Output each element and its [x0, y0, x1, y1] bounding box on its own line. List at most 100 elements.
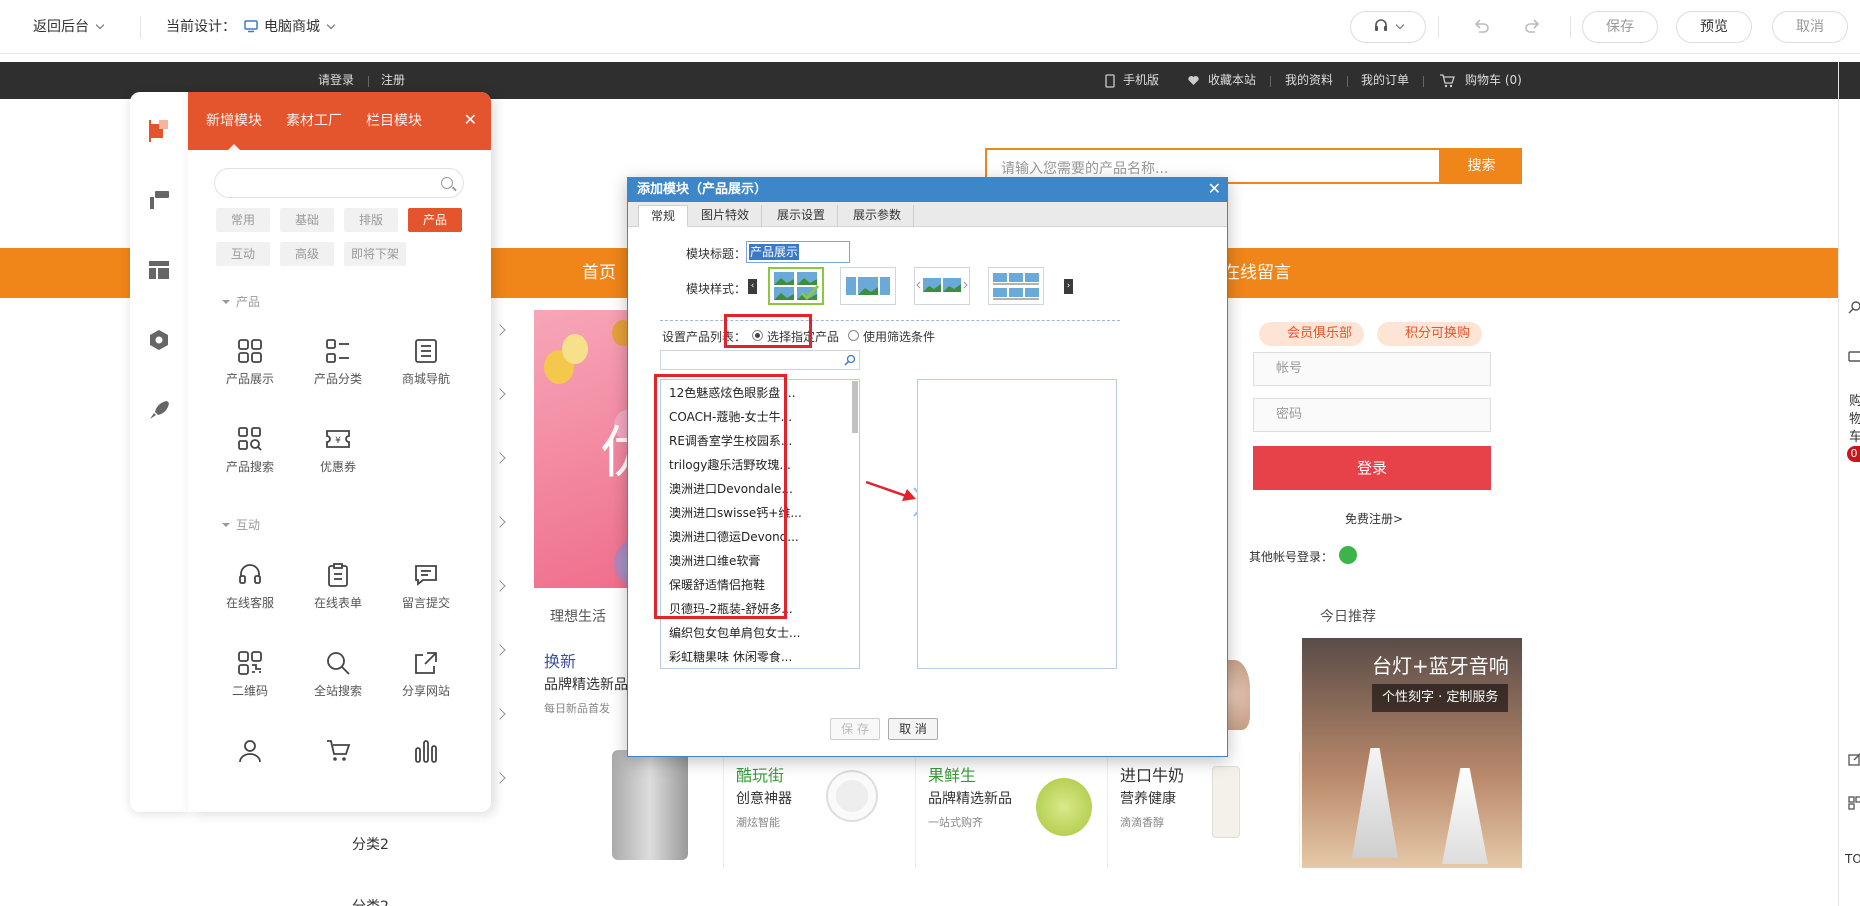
list-item[interactable]: 编织包女包单肩包女士...: [669, 624, 800, 641]
product-card[interactable]: 进口牛奶 营养健康 滴滴香醇: [1108, 752, 1300, 868]
cancel-button[interactable]: 取消: [1772, 11, 1848, 43]
layout-icon[interactable]: [147, 258, 171, 282]
edit-icon[interactable]: [1848, 752, 1860, 766]
tool-label: 产品分类: [313, 372, 362, 386]
style-option[interactable]: [840, 267, 896, 305]
support-menu-button[interactable]: [1350, 11, 1426, 43]
tool-product-category[interactable]: 产品分类: [294, 338, 382, 387]
close-icon[interactable]: ✕: [464, 112, 477, 128]
cart-link[interactable]: 购物车 (0): [1465, 62, 1522, 99]
promo-banner[interactable]: 台灯+蓝牙音响 个性刻字 · 定制服务: [1302, 638, 1522, 868]
module-title-input[interactable]: 产品展示: [746, 241, 850, 263]
list-category-icon: [326, 339, 349, 363]
tool-statistics[interactable]: [382, 738, 470, 764]
module-add-icon[interactable]: [147, 118, 171, 142]
card-tag: 果鲜生: [928, 766, 977, 785]
account-input[interactable]: 帐号: [1253, 352, 1491, 386]
points-tag[interactable]: 积分可换购: [1377, 322, 1483, 346]
paint-roller-icon[interactable]: [147, 188, 171, 212]
hero-banner[interactable]: 优: [534, 310, 628, 588]
style-next-icon[interactable]: ›: [1064, 279, 1073, 294]
rocket-icon[interactable]: [147, 398, 171, 422]
tab-display-params[interactable]: 展示参数: [841, 205, 915, 227]
member-club-tag[interactable]: 会员俱乐部: [1259, 322, 1365, 346]
search-icon: [441, 177, 453, 189]
style-option-selected[interactable]: [768, 267, 824, 305]
qrcode-icon[interactable]: [1848, 796, 1860, 810]
profile-link[interactable]: 我的资料: [1285, 62, 1333, 99]
tool-online-service[interactable]: 在线客服: [206, 562, 294, 611]
tool-site-search[interactable]: 全站搜索: [294, 650, 382, 699]
preview-button[interactable]: 预览: [1676, 11, 1752, 43]
chip-layout[interactable]: 排版: [344, 208, 398, 232]
grapes-image: [1036, 778, 1092, 836]
password-input[interactable]: 密码: [1253, 398, 1491, 432]
redo-icon[interactable]: [1524, 18, 1542, 36]
tool-product-display[interactable]: 产品展示: [206, 338, 294, 387]
tool-share-site[interactable]: 分享网站: [382, 650, 470, 699]
back-to-top-label[interactable]: TO: [1845, 852, 1860, 866]
tab-column-module[interactable]: 栏目模块: [366, 92, 422, 150]
product-filter-input[interactable]: [660, 350, 860, 370]
style-option[interactable]: [988, 267, 1044, 305]
tab-material-factory[interactable]: 素材工厂: [286, 92, 342, 150]
tool-online-form[interactable]: 在线表单: [294, 562, 382, 611]
tool-coupon[interactable]: ¥ 优惠券: [294, 426, 382, 475]
favorite-link[interactable]: 收藏本站: [1208, 62, 1256, 99]
dialog-save-button[interactable]: 保 存: [830, 718, 880, 740]
highlight-box-list: [654, 374, 787, 619]
undo-icon[interactable]: [1472, 18, 1490, 36]
chip-common[interactable]: 常用: [216, 208, 270, 232]
free-register-link[interactable]: 免费注册>: [1345, 510, 1403, 527]
tab-add-module[interactable]: 新增模块: [206, 92, 262, 150]
close-icon[interactable]: ✕: [1208, 180, 1221, 198]
style-prev-icon[interactable]: ‹: [748, 279, 757, 294]
other-login-label: 其他帐号登录：: [1249, 550, 1334, 564]
chip-basic[interactable]: 基础: [280, 208, 334, 232]
tool-mall-nav[interactable]: 商城导航: [382, 338, 470, 387]
group-interact[interactable]: 互动: [222, 516, 260, 533]
category-arrow-icon: [494, 388, 506, 400]
tab-image-effects[interactable]: 图片特效: [689, 205, 763, 227]
chip-advanced[interactable]: 高级: [280, 242, 334, 266]
design-selector[interactable]: 电脑商城: [244, 0, 336, 54]
module-search-input[interactable]: [214, 168, 464, 198]
tool-product-search[interactable]: 产品搜索: [206, 426, 294, 475]
chip-product[interactable]: 产品: [408, 208, 462, 232]
selected-product-list[interactable]: [917, 379, 1117, 669]
radio-filter-conditions[interactable]: [848, 330, 859, 341]
tab-general[interactable]: 常规: [638, 205, 689, 227]
nav-home[interactable]: 首页: [582, 248, 616, 298]
save-button[interactable]: 保存: [1582, 11, 1658, 43]
category-label[interactable]: 分类2: [352, 896, 389, 906]
chip-deprecated[interactable]: 即将下架: [344, 242, 406, 266]
category-label[interactable]: 分类2: [352, 834, 389, 854]
tool-message-submit[interactable]: 留言提交: [382, 562, 470, 611]
tool-member[interactable]: [206, 738, 294, 764]
dialog-cancel-button[interactable]: 取 消: [888, 718, 938, 740]
login-button[interactable]: 登录: [1253, 446, 1491, 490]
nav-message[interactable]: 在线留言: [1223, 248, 1291, 298]
list-scrollbar[interactable]: [852, 381, 858, 433]
style-option[interactable]: [914, 267, 970, 305]
mobile-link[interactable]: 手机版: [1123, 62, 1159, 99]
site-search-button[interactable]: 搜索: [1441, 148, 1522, 184]
milk-bottle-image: [1212, 766, 1240, 838]
tool-cart[interactable]: [294, 738, 382, 764]
tab-display-settings[interactable]: 展示设置: [765, 205, 839, 227]
radio-filter-conditions-label[interactable]: 使用筛选条件: [863, 328, 935, 345]
back-to-admin-button[interactable]: 返回后台: [33, 0, 105, 54]
grid-search-icon: [238, 427, 262, 451]
settings-hexagon-icon[interactable]: [147, 328, 171, 352]
orders-link[interactable]: 我的订单: [1361, 62, 1409, 99]
search-icon[interactable]: [1848, 300, 1860, 314]
group-product[interactable]: 产品: [222, 293, 260, 310]
product-card[interactable]: 酷玩街 创意神器 潮炫智能: [724, 752, 916, 868]
card-tag: 进口牛奶: [1120, 766, 1185, 785]
list-item[interactable]: 彩虹糖果味 休闲零食...: [669, 648, 792, 665]
message-icon[interactable]: [1848, 350, 1860, 364]
product-card[interactable]: 果鲜生 品牌精选新品 一站式购齐: [916, 752, 1108, 868]
chip-interact[interactable]: 互动: [216, 242, 270, 266]
wechat-icon[interactable]: [1339, 546, 1357, 564]
tool-qrcode[interactable]: 二维码: [206, 650, 294, 699]
